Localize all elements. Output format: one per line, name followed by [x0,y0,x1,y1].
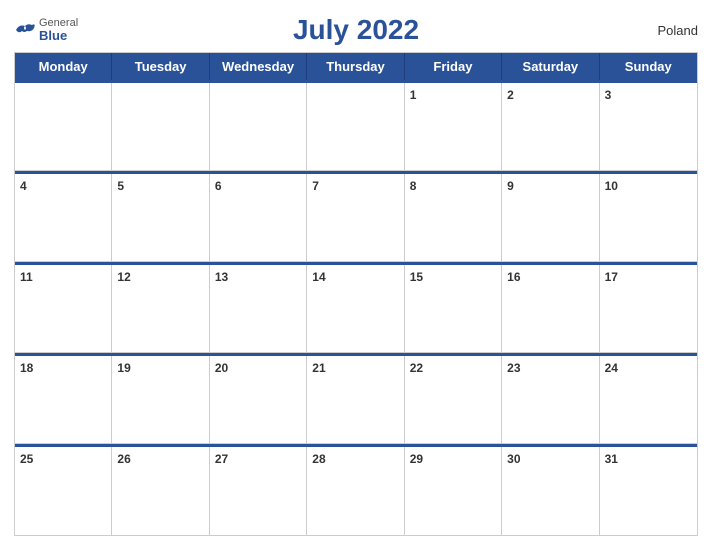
calendar-grid: Monday Tuesday Wednesday Thursday Friday… [14,52,698,536]
day-cell-30: 30 [502,447,599,535]
day-cell-17: 17 [600,265,697,353]
day-header-wednesday: Wednesday [210,53,307,80]
day-cell-16: 16 [502,265,599,353]
day-cell-23: 23 [502,356,599,444]
day-cell-4: 4 [15,174,112,262]
day-cell-24: 24 [600,356,697,444]
week-row-3: 11 12 13 14 15 16 17 [15,262,697,353]
day-header-monday: Monday [15,53,112,80]
calendar-header-row: Monday Tuesday Wednesday Thursday Friday… [15,53,697,80]
day-cell-22: 22 [405,356,502,444]
day-cell-12: 12 [112,265,209,353]
day-header-tuesday: Tuesday [112,53,209,80]
day-cell-19: 19 [112,356,209,444]
day-cell-7: 7 [307,174,404,262]
week-row-1: 1 2 3 [15,80,697,171]
empty-cell [307,83,404,171]
day-cell-15: 15 [405,265,502,353]
day-cell-29: 29 [405,447,502,535]
day-cell-13: 13 [210,265,307,353]
day-cell-27: 27 [210,447,307,535]
logo-blue-text: Blue [39,29,78,42]
calendar-header: General Blue July 2022 Poland [14,10,698,46]
calendar-wrapper: General Blue July 2022 Poland Monday Tue… [0,0,712,550]
day-cell-9: 9 [502,174,599,262]
day-header-thursday: Thursday [307,53,404,80]
week-row-2: 4 5 6 7 8 9 10 [15,171,697,262]
day-cell-5: 5 [112,174,209,262]
country-label: Poland [658,23,698,38]
week-row-5: 25 26 27 28 29 30 31 [15,444,697,535]
day-cell-18: 18 [15,356,112,444]
day-cell-28: 28 [307,447,404,535]
day-cell-11: 11 [15,265,112,353]
day-cell-20: 20 [210,356,307,444]
logo-area: General Blue [14,18,78,42]
day-cell-14: 14 [307,265,404,353]
day-header-saturday: Saturday [502,53,599,80]
empty-cell [15,83,112,171]
day-header-sunday: Sunday [600,53,697,80]
calendar-title: July 2022 [293,14,419,46]
day-cell-1: 1 [405,83,502,171]
empty-cell [112,83,209,171]
day-cell-25: 25 [15,447,112,535]
day-cell-6: 6 [210,174,307,262]
day-cell-26: 26 [112,447,209,535]
day-cell-10: 10 [600,174,697,262]
day-cell-8: 8 [405,174,502,262]
day-cell-21: 21 [307,356,404,444]
day-cell-31: 31 [600,447,697,535]
day-cell-2: 2 [502,83,599,171]
logo-bird-icon [14,22,36,38]
day-cell-3: 3 [600,83,697,171]
week-row-4: 18 19 20 21 22 23 24 [15,353,697,444]
empty-cell [210,83,307,171]
day-header-friday: Friday [405,53,502,80]
